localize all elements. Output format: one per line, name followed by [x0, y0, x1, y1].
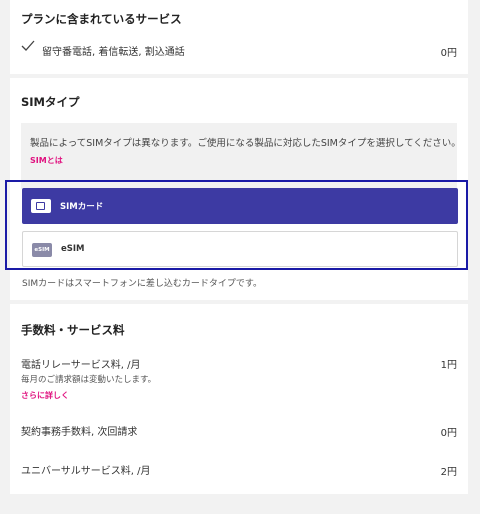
fee-universal-price: 2円 [440, 467, 457, 478]
sim-card-icon [31, 199, 51, 213]
fee-relay-note: 毎月のご請求額は変動いたします。 [21, 375, 157, 385]
fee-relay-price: 1円 [440, 360, 457, 371]
esim-icon: eSIM [32, 243, 52, 257]
plan-service-item-price: 0円 [440, 48, 457, 59]
sim-info-text: 製品によってSIMタイプは異なります。ご使用になる製品に対応したSIMタイプを選… [30, 138, 461, 149]
fees-card: 手数料・サービス料 電話リレーサービス料, /月 1円 毎月のご請求額は変動いた… [10, 304, 468, 494]
plan-service-item-label: 留守番電話, 着信転送, 割込通話 [42, 47, 185, 58]
fees-title: 手数料・サービス料 [21, 323, 125, 337]
sim-type-title: SIMタイプ [21, 95, 80, 109]
fee-contract-label: 契約事務手数料, 次回請求 [21, 427, 138, 438]
sim-type-note: SIMカードはスマートフォンに差し込むカードタイプです。 [22, 279, 262, 289]
fee-relay-label: 電話リレーサービス料, /月 [21, 360, 141, 371]
plan-services-title: プランに含まれているサービス [21, 12, 182, 26]
fee-contract-price: 0円 [440, 428, 457, 439]
sim-option-esim[interactable]: eSIM eSIM [22, 231, 458, 267]
what-is-sim-link[interactable]: SIMとは [30, 155, 63, 166]
fee-universal-label: ユニバーサルサービス料, /月 [21, 466, 151, 477]
sim-option-simcard[interactable]: SIMカード [22, 188, 458, 224]
check-icon [21, 40, 35, 51]
sim-option-simcard-label: SIMカード [60, 202, 104, 212]
fee-relay-more-link[interactable]: さらに詳しく [21, 390, 69, 401]
plan-services-card: プランに含まれているサービス 留守番電話, 着信転送, 割込通話 0円 [10, 0, 468, 74]
sim-option-esim-label: eSIM [61, 244, 85, 254]
